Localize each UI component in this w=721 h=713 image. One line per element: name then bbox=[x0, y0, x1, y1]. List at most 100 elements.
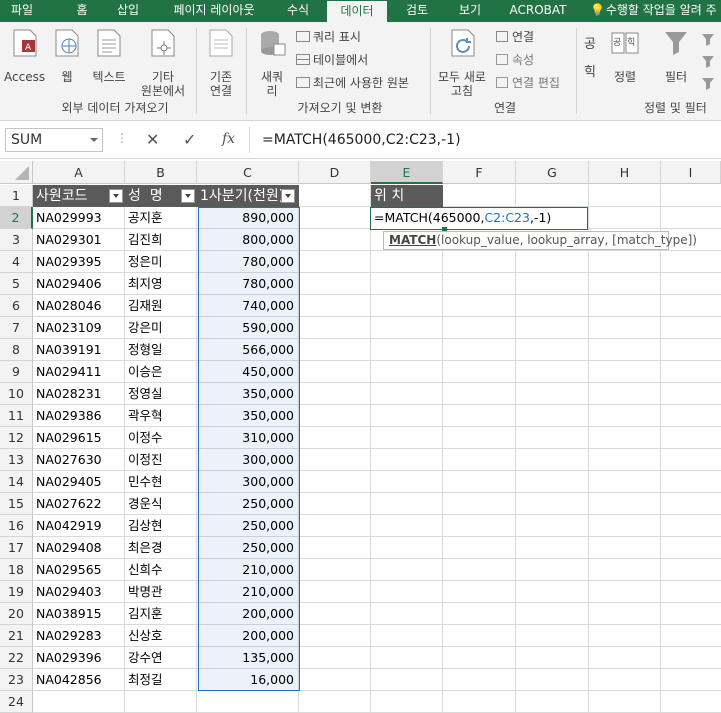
cell-employee-code[interactable]: NA029386 bbox=[33, 405, 125, 427]
existing-connections-button[interactable]: 기존 연결 bbox=[200, 28, 242, 98]
column-header-d[interactable]: D bbox=[299, 161, 371, 184]
tab-acrobat[interactable]: ACROBAT bbox=[503, 0, 573, 22]
cell-q1-sales[interactable]: 780,000 bbox=[197, 251, 299, 273]
cell-employee-code[interactable]: NA029406 bbox=[33, 273, 125, 295]
access-button[interactable]: A Access bbox=[4, 28, 45, 98]
row-header-13[interactable]: 13 bbox=[0, 449, 33, 471]
column-header-b[interactable]: B bbox=[125, 161, 197, 184]
tab-home[interactable]: 홈 bbox=[60, 0, 104, 22]
cell-q1-sales[interactable]: 350,000 bbox=[197, 383, 299, 405]
row-header-10[interactable]: 10 bbox=[0, 383, 33, 405]
tab-insert[interactable]: 삽입 bbox=[106, 0, 150, 22]
filter-button[interactable]: 필터 bbox=[656, 28, 696, 98]
sort-descending-button[interactable]: 힉 bbox=[584, 66, 596, 80]
cell-name[interactable]: 최은경 bbox=[125, 537, 197, 559]
cell-name[interactable]: 김지훈 bbox=[125, 603, 197, 625]
cell-q1-sales[interactable]: 210,000 bbox=[197, 559, 299, 581]
drag-handle-icon[interactable]: ⋮ bbox=[116, 131, 128, 145]
cell-name[interactable]: 이정진 bbox=[125, 449, 197, 471]
tab-file[interactable]: 파일 bbox=[0, 0, 44, 22]
cell-employee-code[interactable]: NA028046 bbox=[33, 295, 125, 317]
cell-q1-sales[interactable]: 135,000 bbox=[197, 647, 299, 669]
row-header-14[interactable]: 14 bbox=[0, 471, 33, 493]
chevron-down-icon[interactable] bbox=[90, 138, 98, 142]
header-cell-q1-sales[interactable]: 1사분기(천원) bbox=[197, 185, 299, 207]
cell-q1-sales[interactable]: 780,000 bbox=[197, 273, 299, 295]
cell-employee-code[interactable]: NA029615 bbox=[33, 427, 125, 449]
row-header-4[interactable]: 4 bbox=[0, 251, 33, 273]
tab-data[interactable]: 데이터 bbox=[327, 1, 387, 22]
from-table-button[interactable]: 테이블에서 bbox=[296, 53, 368, 67]
cell-name[interactable]: 경운식 bbox=[125, 493, 197, 515]
cell-employee-code[interactable]: NA023109 bbox=[33, 317, 125, 339]
cell-employee-code[interactable]: NA029403 bbox=[33, 581, 125, 603]
cell-employee-code[interactable]: NA029993 bbox=[33, 207, 125, 229]
cell-employee-code[interactable]: NA028231 bbox=[33, 383, 125, 405]
cell-q1-sales[interactable]: 890,000 bbox=[197, 207, 299, 229]
row-header-19[interactable]: 19 bbox=[0, 581, 33, 603]
cell-q1-sales[interactable]: 310,000 bbox=[197, 427, 299, 449]
row-header-15[interactable]: 15 bbox=[0, 493, 33, 515]
cell-q1-sales[interactable]: 250,000 bbox=[197, 493, 299, 515]
row-header-6[interactable]: 6 bbox=[0, 295, 33, 317]
cell-q1-sales[interactable]: 740,000 bbox=[197, 295, 299, 317]
row-header-16[interactable]: 16 bbox=[0, 515, 33, 537]
cell-name[interactable]: 강은미 bbox=[125, 317, 197, 339]
recent-sources-button[interactable]: 최근에 사용한 원본 bbox=[296, 76, 409, 90]
tab-page-layout[interactable]: 페이지 레이아웃 bbox=[160, 0, 268, 22]
column-header-h[interactable]: H bbox=[589, 161, 661, 184]
header-cell-name[interactable]: 성 명 bbox=[125, 185, 197, 207]
function-name-link[interactable]: MATCH bbox=[389, 233, 436, 247]
name-box[interactable]: SUM bbox=[5, 128, 103, 152]
cell-q1-sales[interactable]: 250,000 bbox=[197, 537, 299, 559]
cell-name[interactable]: 최지영 bbox=[125, 273, 197, 295]
web-button[interactable]: 웹 bbox=[50, 28, 84, 98]
select-all-corner[interactable] bbox=[0, 161, 33, 184]
column-header-a[interactable]: A bbox=[33, 161, 125, 184]
connections-button[interactable]: 연결 bbox=[496, 30, 534, 44]
cell-q1-sales[interactable]: 566,000 bbox=[197, 339, 299, 361]
cell-employee-code[interactable]: NA029283 bbox=[33, 625, 125, 647]
tell-me-search[interactable]: 💡 수행할 작업을 알려 주 bbox=[590, 0, 721, 22]
cell-employee-code[interactable]: NA029411 bbox=[33, 361, 125, 383]
column-header-c[interactable]: C bbox=[197, 161, 299, 184]
column-header-e[interactable]: E bbox=[371, 161, 443, 184]
cancel-entry-button[interactable]: ✕ bbox=[146, 130, 159, 150]
header-cell-position[interactable]: 위 치 bbox=[371, 185, 443, 207]
row-header-24[interactable]: 24 bbox=[0, 691, 33, 713]
row-header-11[interactable]: 11 bbox=[0, 405, 33, 427]
row-header-21[interactable]: 21 bbox=[0, 625, 33, 647]
cell-employee-code[interactable]: NA029405 bbox=[33, 471, 125, 493]
cell-name[interactable]: 김상현 bbox=[125, 515, 197, 537]
cell-name[interactable]: 신희수 bbox=[125, 559, 197, 581]
row-header-2[interactable]: 2 bbox=[0, 207, 33, 229]
cell-q1-sales[interactable]: 300,000 bbox=[197, 449, 299, 471]
cell-q1-sales[interactable]: 16,000 bbox=[197, 669, 299, 691]
edit-links-button[interactable]: 연결 편집 bbox=[496, 76, 560, 90]
cell-employee-code[interactable]: NA039191 bbox=[33, 339, 125, 361]
cell-employee-code[interactable]: NA027630 bbox=[33, 449, 125, 471]
row-header-22[interactable]: 22 bbox=[0, 647, 33, 669]
cell-q1-sales[interactable]: 450,000 bbox=[197, 361, 299, 383]
sort-ascending-button[interactable]: 공 bbox=[584, 38, 596, 52]
cell-employee-code[interactable]: NA038915 bbox=[33, 603, 125, 625]
properties-button[interactable]: 속성 bbox=[496, 53, 534, 67]
cell-q1-sales[interactable]: 800,000 bbox=[197, 229, 299, 251]
cell-name[interactable]: 정영실 bbox=[125, 383, 197, 405]
cell-name[interactable]: 신상호 bbox=[125, 625, 197, 647]
sort-filter-dropdown-icon[interactable] bbox=[281, 189, 295, 203]
cell-name[interactable]: 김진희 bbox=[125, 229, 197, 251]
cell-name[interactable]: 최정길 bbox=[125, 669, 197, 691]
row-header-12[interactable]: 12 bbox=[0, 427, 33, 449]
cell-q1-sales[interactable]: 200,000 bbox=[197, 603, 299, 625]
row-header-20[interactable]: 20 bbox=[0, 603, 33, 625]
sort-button[interactable]: 공 힉 정렬 bbox=[606, 28, 644, 98]
cell-q1-sales[interactable]: 350,000 bbox=[197, 405, 299, 427]
cell-name[interactable]: 김재원 bbox=[125, 295, 197, 317]
row-header-7[interactable]: 7 bbox=[0, 317, 33, 339]
filter-dropdown-icon[interactable] bbox=[109, 189, 123, 203]
confirm-entry-button[interactable]: ✓ bbox=[183, 130, 196, 150]
tab-formulas[interactable]: 수식 bbox=[276, 0, 320, 22]
cell-name[interactable]: 정형일 bbox=[125, 339, 197, 361]
editing-cell-e2[interactable]: =MATCH(465000,C2:C23,-1) bbox=[370, 207, 588, 230]
